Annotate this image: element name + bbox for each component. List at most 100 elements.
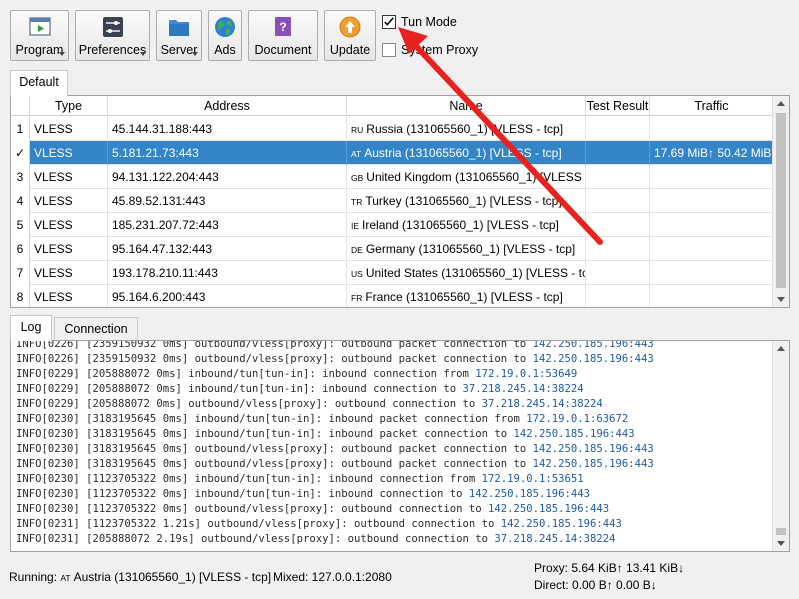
- status-proxy-traffic: Proxy: 5.64 KiB↑ 13.41 KiB↓: [534, 561, 685, 575]
- log-line: INFO[0230] [3183195645 0ms] outbound/vle…: [16, 457, 654, 472]
- table-row[interactable]: 4 VLESS 45.89.52.131:443 TR Turkey (13106556…: [11, 189, 773, 213]
- table-row[interactable]: ✓ VLESS 5.181.21.73:443 AT Austria (13106556…: [11, 141, 773, 165]
- table-row[interactable]: 6 VLESS 95.164.47.132:443 DE Germany (131065…: [11, 237, 773, 261]
- log-address: 142.250.185.196:443: [487, 503, 610, 515]
- row-number[interactable]: 5: [11, 213, 30, 237]
- cell-name: RU Russia (131065560_1) [VLESS - tcp]: [347, 117, 586, 141]
- row-number[interactable]: 8: [11, 285, 30, 307]
- cell-name: US United States (131065560_1) [VLESS - t…: [347, 261, 586, 285]
- system-proxy-label: System Proxy: [401, 43, 479, 57]
- log-line: INFO[0230] [3183195645 0ms] inbound/tun[…: [16, 427, 635, 442]
- update-arrow-icon: [339, 16, 361, 38]
- server-name: France (131065560_1) [VLESS - tcp]: [365, 290, 563, 304]
- system-proxy-checkbox[interactable]: [382, 43, 396, 57]
- cell-type: VLESS: [30, 213, 108, 237]
- table-row[interactable]: 8 VLESS 95.164.6.200:443 FR France (13106556…: [11, 285, 773, 307]
- scroll-up-icon[interactable]: [777, 346, 785, 351]
- table-row[interactable]: 7 VLESS 193.178.210.11:443 US United States …: [11, 261, 773, 285]
- table-scrollbar[interactable]: [772, 96, 789, 307]
- cell-traffic: [650, 237, 773, 261]
- program-button[interactable]: Program: [10, 10, 69, 61]
- column-header-traffic[interactable]: Traffic: [650, 96, 773, 116]
- table-header: Type Address Name Test Result Traffic: [11, 96, 773, 116]
- tab-connection[interactable]: Connection: [54, 317, 138, 341]
- cell-type: VLESS: [30, 189, 108, 213]
- cell-traffic: [650, 117, 773, 141]
- log-text: INFO[0231] [205888072 2.19s] outbound/vl…: [16, 533, 495, 545]
- row-number[interactable]: 6: [11, 237, 30, 261]
- table-row[interactable]: 1 VLESS 45.144.31.188:443 RU Russia (1310655…: [11, 117, 773, 141]
- scroll-down-icon[interactable]: [777, 297, 785, 302]
- server-table: Type Address Name Test Result Traffic 1V…: [10, 95, 790, 308]
- log-address: 142.250.185.196:443: [532, 353, 654, 365]
- tab-log[interactable]: Log: [10, 315, 52, 341]
- cell-name: DE Germany (131065560_1) [VLESS - tcp]: [347, 237, 586, 261]
- log-text: INFO[0230] [3183195645 0ms] outbound/vle…: [16, 458, 533, 470]
- log-line: INFO[0230] [1123705322 0ms] inbound/tun[…: [16, 487, 590, 502]
- toolbar: Program Preferences Server Ads ? Documen…: [0, 0, 799, 64]
- log-text: INFO[0226] [2359150932 0ms] outbound/vle…: [16, 340, 533, 350]
- log-text: INFO[0230] [1123705322 0ms] outbound/vle…: [16, 503, 488, 515]
- status-running-label: Running:: [9, 570, 58, 584]
- row-number[interactable]: 3: [11, 165, 30, 189]
- column-header-type[interactable]: Type: [30, 96, 108, 116]
- server-name: United States (131065560_1) [VLESS - tcp…: [365, 266, 586, 280]
- cell-type: VLESS: [30, 165, 108, 189]
- log-line: INFO[0230] [3183195645 0ms] inbound/tun[…: [16, 412, 628, 427]
- tab-default[interactable]: Default: [10, 70, 68, 96]
- row-number[interactable]: 7: [11, 261, 30, 285]
- log-address: 172.19.0.1:53649: [475, 368, 578, 380]
- log-text: INFO[0230] [3183195645 0ms] inbound/tun[…: [16, 413, 527, 425]
- log-address: 142.250.185.196:443: [532, 340, 654, 350]
- country-code: IE: [351, 221, 360, 231]
- ads-button[interactable]: Ads: [208, 10, 242, 61]
- cell-type: VLESS: [30, 237, 108, 261]
- cell-test-result: [586, 285, 650, 307]
- status-mixed: Mixed: 127.0.0.1:2080: [273, 570, 392, 584]
- cell-name: TR Turkey (131065560_1) [VLESS - tcp]: [347, 189, 586, 213]
- server-button[interactable]: Server: [156, 10, 202, 61]
- row-number[interactable]: ✓: [11, 141, 30, 165]
- log-scroll-thumb[interactable]: [776, 528, 786, 535]
- country-code: TR: [351, 197, 363, 207]
- log-scrollbar[interactable]: [772, 341, 789, 551]
- tun-mode-label: Tun Mode: [401, 15, 457, 29]
- cell-address: 45.89.52.131:443: [108, 189, 347, 213]
- scroll-up-icon[interactable]: [777, 101, 785, 106]
- status-flag: AT: [60, 573, 71, 583]
- scroll-down-icon[interactable]: [777, 541, 785, 546]
- country-code: US: [351, 269, 363, 279]
- row-number[interactable]: 4: [11, 189, 30, 213]
- preferences-button[interactable]: Preferences: [75, 10, 150, 61]
- log-panel[interactable]: INFO[0226] [2359150932 0ms] outbound/vle…: [10, 340, 790, 552]
- svg-text:?: ?: [279, 20, 286, 34]
- cell-name: FR France (131065560_1) [VLESS - tcp]: [347, 285, 586, 307]
- cell-test-result: [586, 261, 650, 285]
- column-header-name[interactable]: Name: [347, 96, 586, 116]
- column-header-address[interactable]: Address: [108, 96, 347, 116]
- column-header-test-result[interactable]: Test Result: [586, 96, 650, 116]
- tun-mode-checkbox[interactable]: [382, 15, 396, 29]
- document-button[interactable]: ? Document: [248, 10, 318, 61]
- log-address: 172.19.0.1:63672: [526, 413, 629, 425]
- log-text: INFO[0226] [2359150932 0ms] outbound/vle…: [16, 353, 533, 365]
- country-code: GB: [351, 173, 364, 183]
- cell-address: 95.164.47.132:443: [108, 237, 347, 261]
- country-code: DE: [351, 245, 363, 255]
- table-row[interactable]: 3 VLESS 94.131.122.204:443 GB United Kingdom…: [11, 165, 773, 189]
- log-line: INFO[0226] [2359150932 0ms] outbound/vle…: [16, 352, 654, 367]
- row-number[interactable]: 1: [11, 117, 30, 141]
- log-address: 172.19.0.1:53651: [481, 473, 584, 485]
- tab-connection-label: Connection: [64, 322, 128, 336]
- log-text: INFO[0229] [205888072 0ms] outbound/vles…: [16, 398, 482, 410]
- server-name: United Kingdom (131065560_1) [VLESS ...: [366, 170, 586, 184]
- log-text: INFO[0230] [1123705322 0ms] inbound/tun[…: [16, 473, 482, 485]
- log-line: INFO[0229] [205888072 0ms] inbound/tun[t…: [16, 382, 584, 397]
- log-line: INFO[0230] [1123705322 0ms] inbound/tun[…: [16, 472, 584, 487]
- update-button[interactable]: Update: [324, 10, 376, 61]
- cell-type: VLESS: [30, 285, 108, 307]
- cell-address: 185.231.207.72:443: [108, 213, 347, 237]
- table-row[interactable]: 5 VLESS 185.231.207.72:443 IE Ireland (13106…: [11, 213, 773, 237]
- table-scroll-thumb[interactable]: [776, 113, 786, 288]
- header-corner: [11, 96, 30, 116]
